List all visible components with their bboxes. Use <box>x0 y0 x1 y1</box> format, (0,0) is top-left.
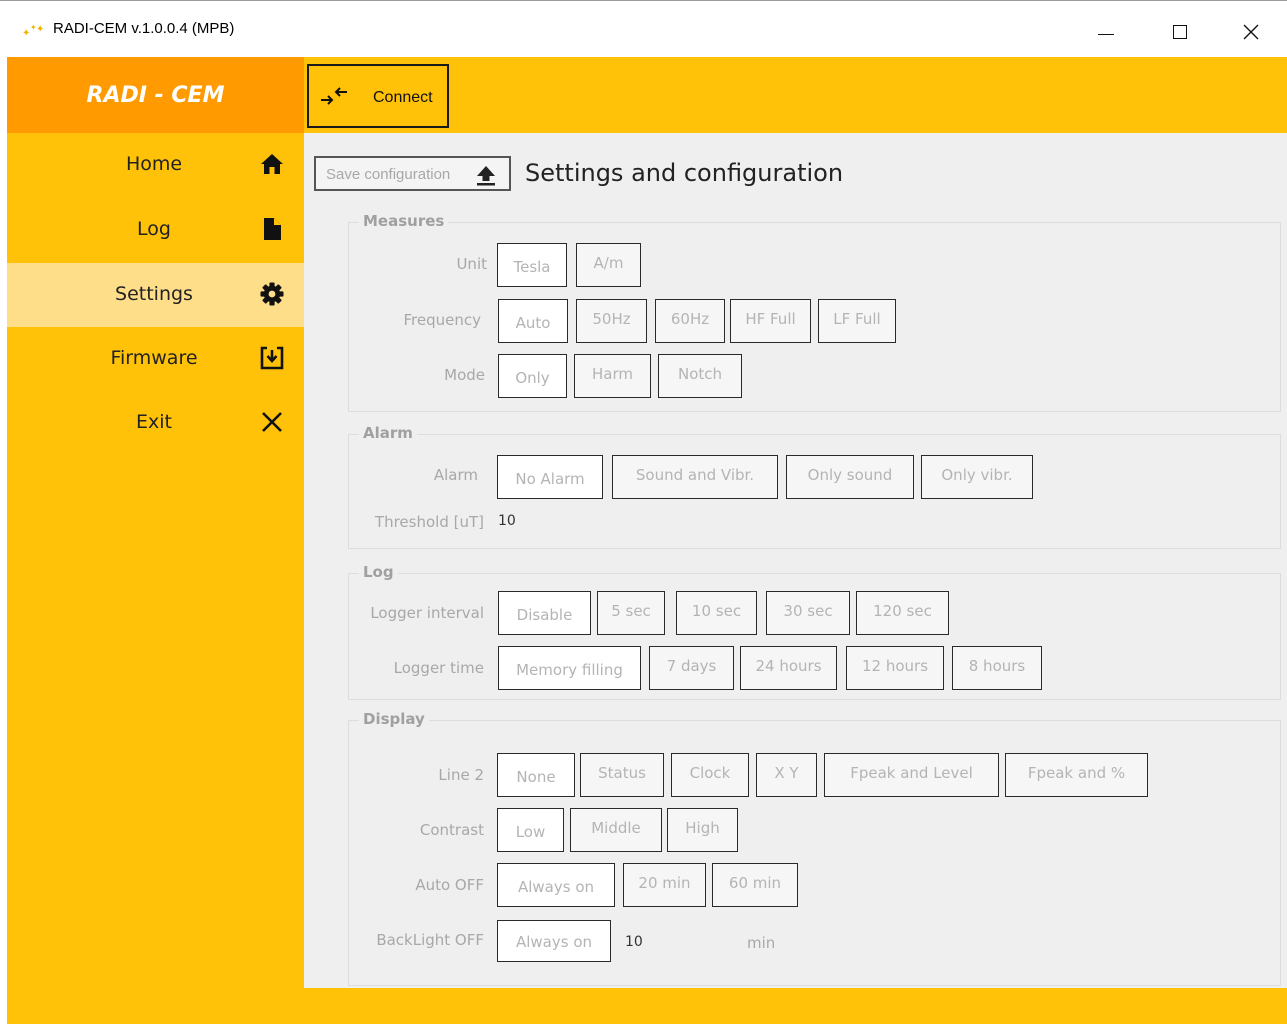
logger-interval-option-10sec[interactable]: 10 sec <box>676 591 757 635</box>
home-icon <box>259 151 285 177</box>
contrast-option-middle[interactable]: Middle <box>570 808 662 852</box>
alarm-label: Alarm <box>433 466 478 484</box>
title-bar: ✦ ✦ ✦ RADI-CEM v.1.0.0.4 (MPB) <box>0 0 1287 57</box>
sidebar-item-label: Firmware <box>110 347 198 369</box>
mode-option-only[interactable]: Only <box>498 354 567 398</box>
settings-panel: Save configuration Settings and configur… <box>304 133 1287 988</box>
close-icon <box>259 409 285 435</box>
auto-off-option-always-on[interactable]: Always on <box>497 863 615 907</box>
maximize-button[interactable] <box>1157 14 1203 50</box>
minimize-icon <box>1098 33 1114 35</box>
alarm-option-only-sound[interactable]: Only sound <box>786 455 914 499</box>
unit-option-am[interactable]: A/m <box>576 243 641 287</box>
sparkle-icon: ✦ ✦ ✦ <box>22 23 45 39</box>
line2-option-none[interactable]: None <box>497 753 575 797</box>
logger-interval-option-disable[interactable]: Disable <box>498 591 591 635</box>
bottom-bar <box>304 988 1287 1024</box>
auto-off-label: Auto OFF <box>415 876 484 894</box>
save-configuration-label: Save configuration <box>326 166 451 183</box>
mode-option-notch[interactable]: Notch <box>658 354 742 398</box>
sidebar-item-log[interactable]: Log <box>7 198 304 262</box>
line2-option-fpeak-level[interactable]: Fpeak and Level <box>824 753 999 797</box>
logger-time-option-12hours[interactable]: 12 hours <box>846 646 944 690</box>
log-title: Log <box>359 563 398 581</box>
log-group: Log Logger interval Disable 5 sec 10 sec… <box>348 563 1281 700</box>
sidebar-item-label: Log <box>137 218 171 240</box>
document-icon <box>259 216 285 242</box>
window-title: RADI-CEM v.1.0.0.4 (MPB) <box>53 20 235 37</box>
alarm-option-sound-vibr[interactable]: Sound and Vibr. <box>612 455 778 499</box>
alarm-group: Alarm Alarm No Alarm Sound and Vibr. Onl… <box>348 424 1281 549</box>
sidebar-item-settings[interactable]: Settings <box>7 263 304 327</box>
contrast-option-high[interactable]: High <box>667 808 738 852</box>
maximize-icon <box>1173 25 1187 39</box>
minimize-button[interactable] <box>1083 14 1129 50</box>
logger-interval-option-120sec[interactable]: 120 sec <box>856 591 949 635</box>
connect-label: Connect <box>373 89 433 106</box>
mode-option-harm[interactable]: Harm <box>574 354 651 398</box>
auto-off-option-20min[interactable]: 20 min <box>623 863 706 907</box>
measures-title: Measures <box>359 212 449 230</box>
unit-label: Unit <box>456 255 487 273</box>
frequency-label: Frequency <box>403 311 482 329</box>
backlight-off-label: BackLight OFF <box>376 931 484 949</box>
line2-option-xy[interactable]: X Y <box>756 753 817 797</box>
logger-time-option-7days[interactable]: 7 days <box>649 646 734 690</box>
gear-icon <box>259 281 285 307</box>
sidebar-item-firmware[interactable]: Firmware <box>7 327 304 391</box>
measures-group: Measures Unit Tesla A/m Frequency Auto 5… <box>348 212 1281 412</box>
logger-time-label: Logger time <box>393 659 484 677</box>
logger-interval-option-5sec[interactable]: 5 sec <box>597 591 665 635</box>
backlight-value[interactable]: 10 <box>625 934 643 950</box>
display-title: Display <box>359 710 429 728</box>
frequency-option-lf-full[interactable]: LF Full <box>818 299 896 343</box>
close-window-button[interactable] <box>1228 14 1274 50</box>
download-icon <box>259 345 285 371</box>
contrast-label: Contrast <box>419 821 484 839</box>
sidebar-item-label: Exit <box>136 411 172 433</box>
logger-time-option-memory-filling[interactable]: Memory filling <box>498 646 641 690</box>
connect-arrows-icon <box>319 83 349 109</box>
page-title: Settings and configuration <box>525 159 844 187</box>
upload-arrow-icon <box>474 163 498 187</box>
logger-interval-label: Logger interval <box>370 604 484 622</box>
brand-logo: RADI - CEM <box>7 57 304 133</box>
threshold-value[interactable]: 10 <box>498 513 516 529</box>
frequency-option-auto[interactable]: Auto <box>498 299 568 343</box>
contrast-option-low[interactable]: Low <box>497 808 564 852</box>
logger-time-option-8hours[interactable]: 8 hours <box>952 646 1042 690</box>
connect-button[interactable]: Connect <box>307 64 449 128</box>
alarm-option-no-alarm[interactable]: No Alarm <box>497 455 603 499</box>
sidebar-item-exit[interactable]: Exit <box>7 391 304 455</box>
line2-option-clock[interactable]: Clock <box>671 753 749 797</box>
line2-option-fpeak-percent[interactable]: Fpeak and % <box>1005 753 1148 797</box>
auto-off-option-60min[interactable]: 60 min <box>712 863 798 907</box>
sidebar-item-label: Home <box>125 153 183 175</box>
sidebar-item-home[interactable]: Home <box>7 133 304 197</box>
display-group: Display Line 2 None Status Clock X Y Fpe… <box>348 710 1281 986</box>
backlight-unit: min <box>747 934 776 952</box>
threshold-label: Threshold [uT] <box>374 513 484 531</box>
line2-label: Line 2 <box>438 766 484 784</box>
frequency-option-50hz[interactable]: 50Hz <box>576 299 647 343</box>
unit-option-tesla[interactable]: Tesla <box>497 243 567 287</box>
logger-interval-option-30sec[interactable]: 30 sec <box>766 591 850 635</box>
save-configuration-button[interactable]: Save configuration <box>314 156 511 191</box>
mode-label: Mode <box>444 366 485 384</box>
sidebar-item-label: Settings <box>115 283 193 305</box>
toolbar: Connect <box>304 57 1287 133</box>
sidebar: RADI - CEM Home Log Settings Firmware Ex… <box>7 57 304 1024</box>
line2-option-status[interactable]: Status <box>580 753 664 797</box>
alarm-option-only-vibr[interactable]: Only vibr. <box>921 455 1033 499</box>
frequency-option-hf-full[interactable]: HF Full <box>730 299 811 343</box>
backlight-option-always-on[interactable]: Always on <box>497 920 611 962</box>
alarm-title: Alarm <box>359 424 417 442</box>
logger-time-option-24hours[interactable]: 24 hours <box>740 646 837 690</box>
frequency-option-60hz[interactable]: 60Hz <box>655 299 725 343</box>
close-icon <box>1243 24 1259 40</box>
